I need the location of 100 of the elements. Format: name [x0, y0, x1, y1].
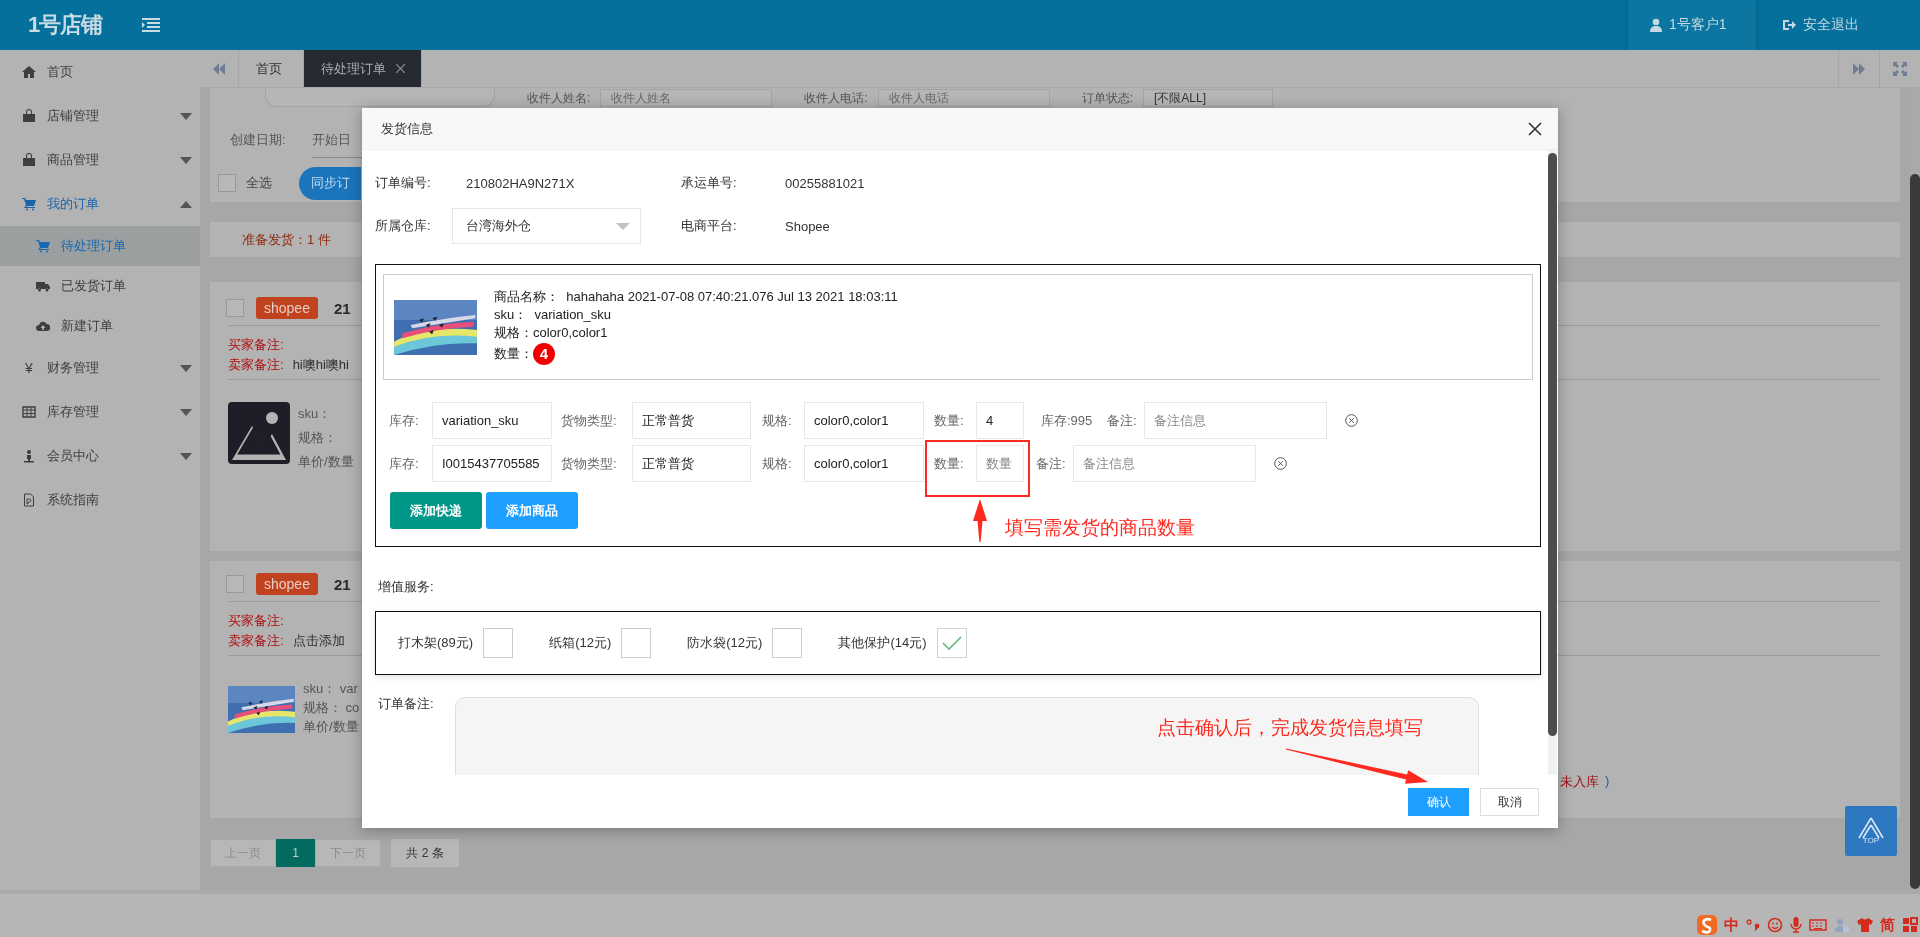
- field-value: 210802HA9N271X: [465, 175, 576, 191]
- sidebar-label: 商品管理: [47, 151, 100, 169]
- confirm-button[interactable]: 确认: [1408, 788, 1469, 816]
- field-value: 00255881021: [784, 175, 866, 191]
- spec-field[interactable]: color0,color1: [804, 445, 924, 482]
- shirt-icon[interactable]: [1857, 917, 1873, 933]
- checkbox[interactable]: [483, 628, 514, 658]
- field-label: 备注:: [1107, 411, 1138, 430]
- input-field[interactable]: 收件人电话: [877, 89, 1050, 107]
- select-field[interactable]: [不限ALL]: [1143, 89, 1274, 107]
- sidebar-item[interactable]: 我的订单: [0, 182, 200, 226]
- remove-icon[interactable]: [1274, 457, 1287, 470]
- input-field[interactable]: [265, 89, 495, 107]
- logout-button[interactable]: 安全退出: [1760, 0, 1902, 50]
- sidebar-item[interactable]: 已发货订单: [0, 266, 200, 306]
- page-button[interactable]: 1: [276, 839, 315, 867]
- service-label: 防水袋(12元): [687, 634, 763, 652]
- checkbox[interactable]: [621, 628, 652, 658]
- logo: 1号店铺: [28, 11, 103, 39]
- service-label: 纸箱(12元): [549, 634, 612, 652]
- platform-tag: shopee: [256, 297, 318, 319]
- note-label: 卖家备注:: [228, 632, 284, 650]
- caret-down-icon: [180, 364, 192, 372]
- input-field[interactable]: 收件人姓名: [600, 89, 773, 107]
- checkbox[interactable]: [772, 628, 803, 658]
- smiley-icon[interactable]: [1767, 917, 1783, 933]
- microphone-icon[interactable]: [1790, 917, 1802, 933]
- field-value: Shopee: [784, 218, 831, 234]
- field-label: 库存:: [389, 454, 420, 473]
- spec-field[interactable]: color0,color1: [804, 402, 924, 439]
- double-left-icon: [213, 62, 225, 75]
- sidebar-item[interactable]: 商品管理: [0, 138, 200, 182]
- tab[interactable]: 待处理订单: [304, 50, 422, 87]
- grid-icon[interactable]: [1902, 917, 1918, 933]
- truck-icon: [36, 279, 50, 293]
- checkbox[interactable]: [226, 575, 244, 593]
- caret-down-icon: [180, 156, 192, 164]
- close-icon[interactable]: [1528, 121, 1542, 136]
- sidebar-item[interactable]: 新建订单: [0, 306, 200, 346]
- person-icon[interactable]: [1834, 917, 1850, 933]
- warehouse-select[interactable]: 台湾海外仓: [452, 208, 641, 244]
- note-text: hi噢hi噢hi: [292, 356, 349, 374]
- quantity-field[interactable]: 4: [976, 402, 1024, 439]
- cart-icon: [22, 197, 36, 211]
- document-icon: [22, 493, 36, 507]
- stock-field[interactable]: variation_sku: [432, 402, 552, 439]
- note-label: 卖家备注:: [228, 356, 284, 374]
- note-field[interactable]: 备注信息: [1144, 402, 1327, 439]
- sidebar-label: 新建订单: [61, 317, 114, 335]
- sidebar-item[interactable]: 店铺管理: [0, 94, 200, 138]
- note-field[interactable]: 备注信息: [1073, 445, 1256, 482]
- caret-down-icon: [180, 452, 192, 460]
- sidebar-item[interactable]: ¥ 财务管理: [0, 346, 200, 390]
- remark-field[interactable]: [455, 697, 1479, 775]
- total-count: 共 2 条: [391, 839, 459, 867]
- cargo-type-field[interactable]: 正常普货: [632, 445, 751, 482]
- cancel-button[interactable]: 取消: [1480, 788, 1539, 816]
- cargo-type-field[interactable]: 正常普货: [632, 402, 751, 439]
- punctuation-icon[interactable]: [1746, 918, 1760, 932]
- image-placeholder-icon: [228, 402, 290, 464]
- checkbox[interactable]: [936, 628, 967, 658]
- user-menu[interactable]: 1号客户1: [1628, 0, 1756, 50]
- menu-icon[interactable]: [142, 18, 161, 32]
- home-icon: [22, 65, 36, 79]
- sidebar-item[interactable]: 系统指南: [0, 478, 200, 522]
- back-to-top-button[interactable]: TOP: [1845, 806, 1897, 856]
- quantity-field[interactable]: 数量: [976, 445, 1024, 482]
- order-number: 21: [333, 299, 351, 317]
- field-label: 规格:: [762, 454, 793, 473]
- add-express-button[interactable]: 添加快递: [390, 492, 482, 529]
- caret-down-icon: [180, 112, 192, 120]
- field-label: 备注:: [1036, 454, 1067, 473]
- sidebar-item[interactable]: 库存管理: [0, 390, 200, 434]
- note-label: 买家备注:: [228, 336, 284, 354]
- field-label: 订单编号:: [375, 174, 432, 192]
- sidebar-label: 库存管理: [47, 403, 100, 421]
- caret-down-icon: [616, 222, 630, 230]
- product-detail: 商品名称： hahahaha 2021-07-08 07:40:21.076 Jul 13 2021 18:03:11: [494, 287, 898, 306]
- keyboard-icon[interactable]: [1809, 918, 1827, 932]
- field-label: 电商平台:: [681, 217, 738, 235]
- quantity-badge: 4: [533, 342, 555, 365]
- product-detail: sku： var: [303, 680, 359, 698]
- summary-text: 准备发货：1 件: [242, 230, 331, 249]
- service-label: 其他保护(14元): [838, 634, 927, 652]
- bag-icon: [22, 109, 36, 123]
- sync-button[interactable]: 同步订: [299, 166, 361, 200]
- sidebar-item[interactable]: 会员中心: [0, 434, 200, 478]
- inventory-text: 库存:995: [1041, 411, 1094, 430]
- add-product-button[interactable]: 添加商品: [486, 492, 578, 529]
- order-number: 21: [333, 575, 351, 593]
- sidebar-label: 待处理订单: [61, 237, 127, 255]
- field-label: 订单备注:: [377, 695, 435, 713]
- stock-field[interactable]: I0015437705585: [432, 445, 552, 482]
- sidebar-item[interactable]: 首页: [0, 50, 200, 94]
- note-text: 点击添加: [292, 632, 345, 650]
- field-label: 订单状态:: [1081, 89, 1134, 107]
- remove-icon[interactable]: [1345, 414, 1358, 427]
- checkbox[interactable]: [218, 174, 236, 192]
- checkbox[interactable]: [226, 299, 244, 317]
- field-label: 收件人电话:: [804, 89, 868, 107]
